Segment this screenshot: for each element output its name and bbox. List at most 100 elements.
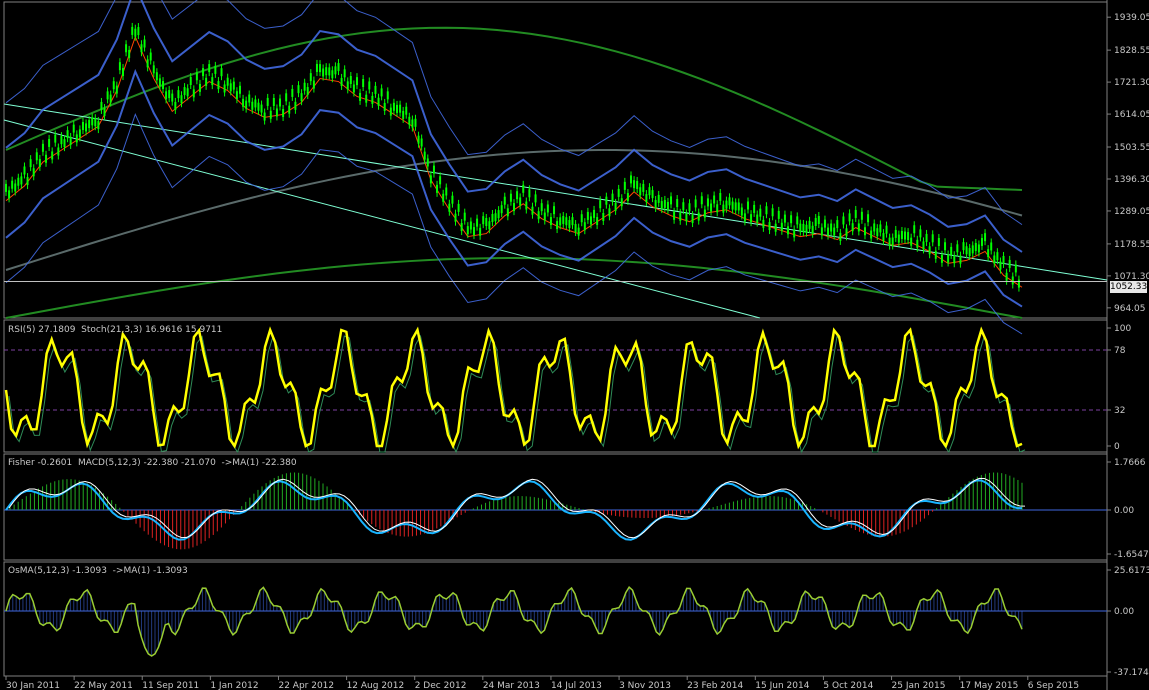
candle-body	[177, 90, 180, 99]
candle-body	[442, 193, 445, 202]
candle-body	[257, 102, 260, 111]
candle-body	[1008, 259, 1011, 268]
rsi-pane[interactable]	[4, 326, 1107, 454]
candle-body	[977, 244, 980, 253]
trading-chart[interactable]: 1939.05 1828.55 1721.30 1614.05 1503.55 1396.…	[0, 0, 1149, 690]
candle-body	[118, 62, 121, 71]
candle-body	[211, 77, 214, 86]
candle-body	[334, 66, 337, 75]
candle-body	[617, 188, 620, 197]
candle-body	[423, 151, 426, 160]
x-tick-label: 25 Jan 2015	[892, 681, 946, 690]
candle-body	[100, 101, 103, 110]
candle-body	[703, 209, 706, 218]
candle-body	[377, 97, 380, 106]
candle-body	[962, 242, 965, 251]
candle-body	[987, 249, 990, 258]
candle-body	[940, 254, 943, 263]
candle-body	[309, 73, 312, 82]
candle-body	[519, 197, 522, 206]
y-tick-label: 25.6173	[1114, 566, 1149, 576]
candle-body	[851, 223, 854, 232]
candle-body	[78, 129, 81, 138]
candle-body	[629, 175, 632, 184]
candle-body	[411, 119, 414, 128]
candle-body	[574, 224, 577, 233]
candle-body	[697, 212, 700, 221]
candle-body	[121, 68, 124, 77]
candle-body	[476, 218, 479, 227]
candle-body	[134, 28, 137, 37]
candle-body	[1017, 279, 1020, 288]
candle-body	[291, 88, 294, 97]
candle-body	[60, 136, 63, 145]
candle-body	[885, 225, 888, 234]
candle-body	[691, 215, 694, 224]
candle-body	[41, 143, 44, 152]
candle-body	[713, 195, 716, 204]
candle-body	[500, 205, 503, 214]
candle-body	[605, 196, 608, 205]
candle-body	[633, 180, 636, 189]
candle-body	[91, 117, 94, 126]
candle-body	[497, 210, 500, 219]
y-tick-label: 32	[1114, 406, 1125, 416]
candle-body	[799, 223, 802, 232]
price-pane[interactable]	[3, 0, 1108, 335]
y-tick-label: 964.05	[1114, 304, 1146, 314]
y-tick-label: 0.00	[1114, 607, 1134, 617]
fisher-pane-label: Fisher -0.2601 MACD(5,12,3) -22.380 -21.…	[8, 458, 297, 468]
candle-body	[198, 83, 201, 92]
candle-body	[226, 77, 229, 86]
candle-body	[867, 214, 870, 223]
rsi-pane-label: RSI(5) 27.1809 Stoch(21,3,3) 16.9616 15.…	[8, 325, 223, 335]
candle-body	[143, 39, 146, 48]
candle-body	[263, 112, 266, 121]
candle-body	[990, 242, 993, 251]
candle-body	[525, 201, 528, 210]
candle-body	[922, 241, 925, 250]
candle-body	[953, 255, 956, 264]
candle-body	[66, 130, 69, 139]
candle-body	[232, 81, 235, 90]
candle-body	[279, 98, 282, 107]
candle-body	[907, 232, 910, 241]
pane-border	[3, 561, 1108, 677]
candle-body	[925, 233, 928, 242]
candle-body	[790, 215, 793, 224]
candle-body	[319, 64, 322, 73]
candle-body	[777, 210, 780, 219]
candle-body	[81, 121, 84, 130]
candle-body	[466, 226, 469, 235]
candle-body	[765, 206, 768, 215]
candle-body	[516, 191, 519, 200]
candle-body	[916, 239, 919, 248]
candle-body	[657, 194, 660, 203]
candle-body	[743, 213, 746, 222]
candle-body	[300, 93, 303, 102]
candle-body	[260, 104, 263, 113]
candle-body	[288, 105, 291, 114]
candle-body	[565, 217, 568, 226]
candle-body	[999, 261, 1002, 270]
candle-body	[663, 199, 666, 208]
candle-body	[328, 67, 331, 76]
candle-body	[359, 92, 362, 101]
osma-pane-label: OsMA(5,12,3) -1.3093 ->MA(1) -1.3093	[8, 566, 188, 576]
candle-body	[399, 104, 402, 113]
candle-body	[436, 184, 439, 193]
candle-body	[559, 217, 562, 226]
candle-body	[94, 118, 97, 127]
candle-body	[106, 91, 109, 100]
x-tick-label: 3 Nov 2013	[619, 681, 671, 690]
x-tick-label: 22 Apr 2012	[278, 681, 334, 690]
candle-body	[944, 242, 947, 251]
candle-body	[186, 88, 189, 97]
osma-pane[interactable]	[4, 586, 1107, 657]
candle-body	[857, 223, 860, 232]
candle-body	[931, 234, 934, 243]
candle-body	[719, 192, 722, 201]
fisher-pane[interactable]	[4, 472, 1107, 550]
candle-body	[63, 139, 66, 148]
candle-body	[583, 222, 586, 231]
